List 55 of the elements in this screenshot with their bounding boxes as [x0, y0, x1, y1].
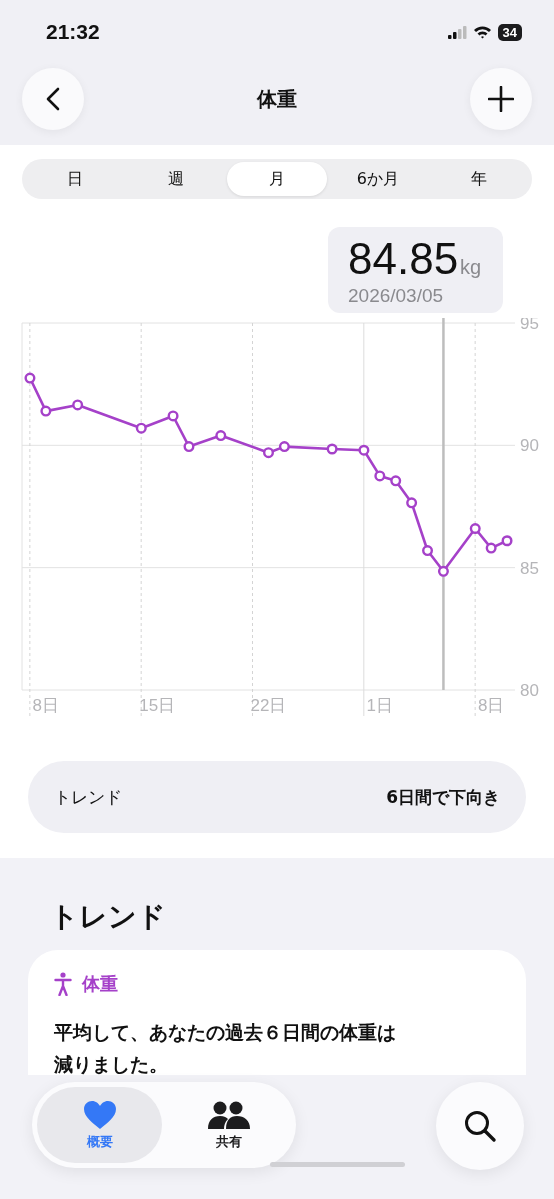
data-point: [437, 565, 449, 577]
data-point: [374, 470, 386, 482]
data-point: [72, 399, 84, 411]
wifi-icon: [472, 25, 492, 39]
selected-value: 84.85: [348, 233, 459, 285]
battery-icon: 34: [497, 23, 522, 41]
people-icon: [206, 1099, 251, 1130]
y-axis-label: 80: [520, 681, 539, 700]
tab-bar-item[interactable]: 共有: [166, 1087, 291, 1163]
trend-value: 6日間で下向き: [386, 785, 500, 809]
data-point: [326, 443, 338, 455]
period-tab[interactable]: 6か月: [327, 162, 429, 196]
x-axis-label: 1日: [366, 696, 394, 715]
section-heading: トレンド: [50, 899, 167, 935]
search-icon: [463, 1109, 497, 1143]
data-point: [24, 372, 36, 384]
chevron-left-icon: [46, 87, 60, 111]
data-point: [40, 405, 52, 417]
data-point: [469, 523, 481, 535]
standing-figure-icon: [54, 972, 72, 996]
data-point: [263, 447, 274, 459]
x-axis-label: 8日: [477, 696, 505, 715]
unit-label: kg: [460, 256, 482, 279]
page-title: 体重: [257, 85, 297, 113]
trend-description: 平均して、あなたの過去６日間の体重は減りました。: [54, 1020, 397, 1077]
data-point: [485, 542, 497, 554]
trend-card[interactable]: 体重 平均して、あなたの過去６日間の体重は減りました。: [28, 950, 526, 1075]
period-tab[interactable]: 週: [125, 162, 227, 196]
data-point: [135, 422, 147, 434]
signal-icon: [447, 25, 467, 39]
data-point: [167, 410, 179, 422]
data-point: [422, 545, 434, 557]
data-point: [390, 475, 402, 487]
heart-icon: [82, 1099, 117, 1130]
data-point: [278, 441, 290, 453]
y-axis-label: 85: [520, 558, 539, 578]
data-point: [501, 535, 513, 547]
period-tab[interactable]: 日: [25, 162, 126, 196]
data-point: [183, 441, 195, 453]
period-tab[interactable]: 年: [428, 162, 529, 196]
trend-row[interactable]: トレンド 6日間で下向き: [28, 761, 526, 833]
x-axis-label: 15日: [139, 696, 176, 715]
trend-label: トレンド: [54, 785, 122, 809]
selected-date: 2026/03/05: [348, 285, 445, 307]
period-tab[interactable]: 月: [226, 162, 328, 196]
data-point: [215, 430, 227, 442]
x-axis-label: 22日: [250, 696, 287, 715]
data-point: [358, 444, 370, 456]
metric-label: 体重: [82, 972, 118, 996]
data-point: [406, 497, 418, 509]
y-axis-label: 95: [520, 318, 539, 333]
plus-icon: [488, 86, 514, 112]
status-time: 21:32: [46, 20, 100, 44]
x-axis-label: 8日: [32, 696, 60, 715]
y-axis-label: 90: [520, 436, 539, 456]
